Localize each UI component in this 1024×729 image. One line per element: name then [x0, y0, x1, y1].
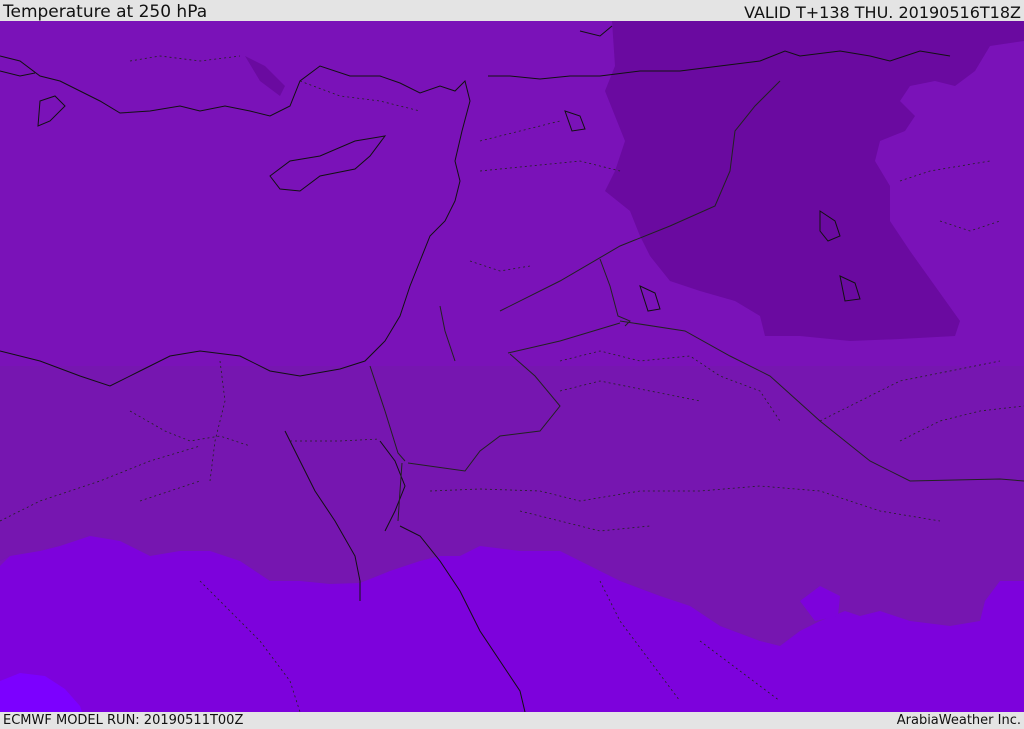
map-canvas — [0, 21, 1024, 712]
footer-bar: ECMWF MODEL RUN: 20190511T00Z ArabiaWeat… — [0, 712, 1024, 729]
valid-time-label: VALID T+138 THU. 20190516T18Z — [744, 3, 1021, 22]
weather-map[interactable] — [0, 21, 1024, 712]
map-title: Temperature at 250 hPa — [3, 2, 208, 22]
header-bar: Temperature at 250 hPa VALID T+138 THU. … — [0, 0, 1024, 21]
model-run-label: ECMWF MODEL RUN: 20190511T00Z — [3, 713, 244, 728]
credit-label: ArabiaWeather Inc. — [896, 713, 1021, 728]
